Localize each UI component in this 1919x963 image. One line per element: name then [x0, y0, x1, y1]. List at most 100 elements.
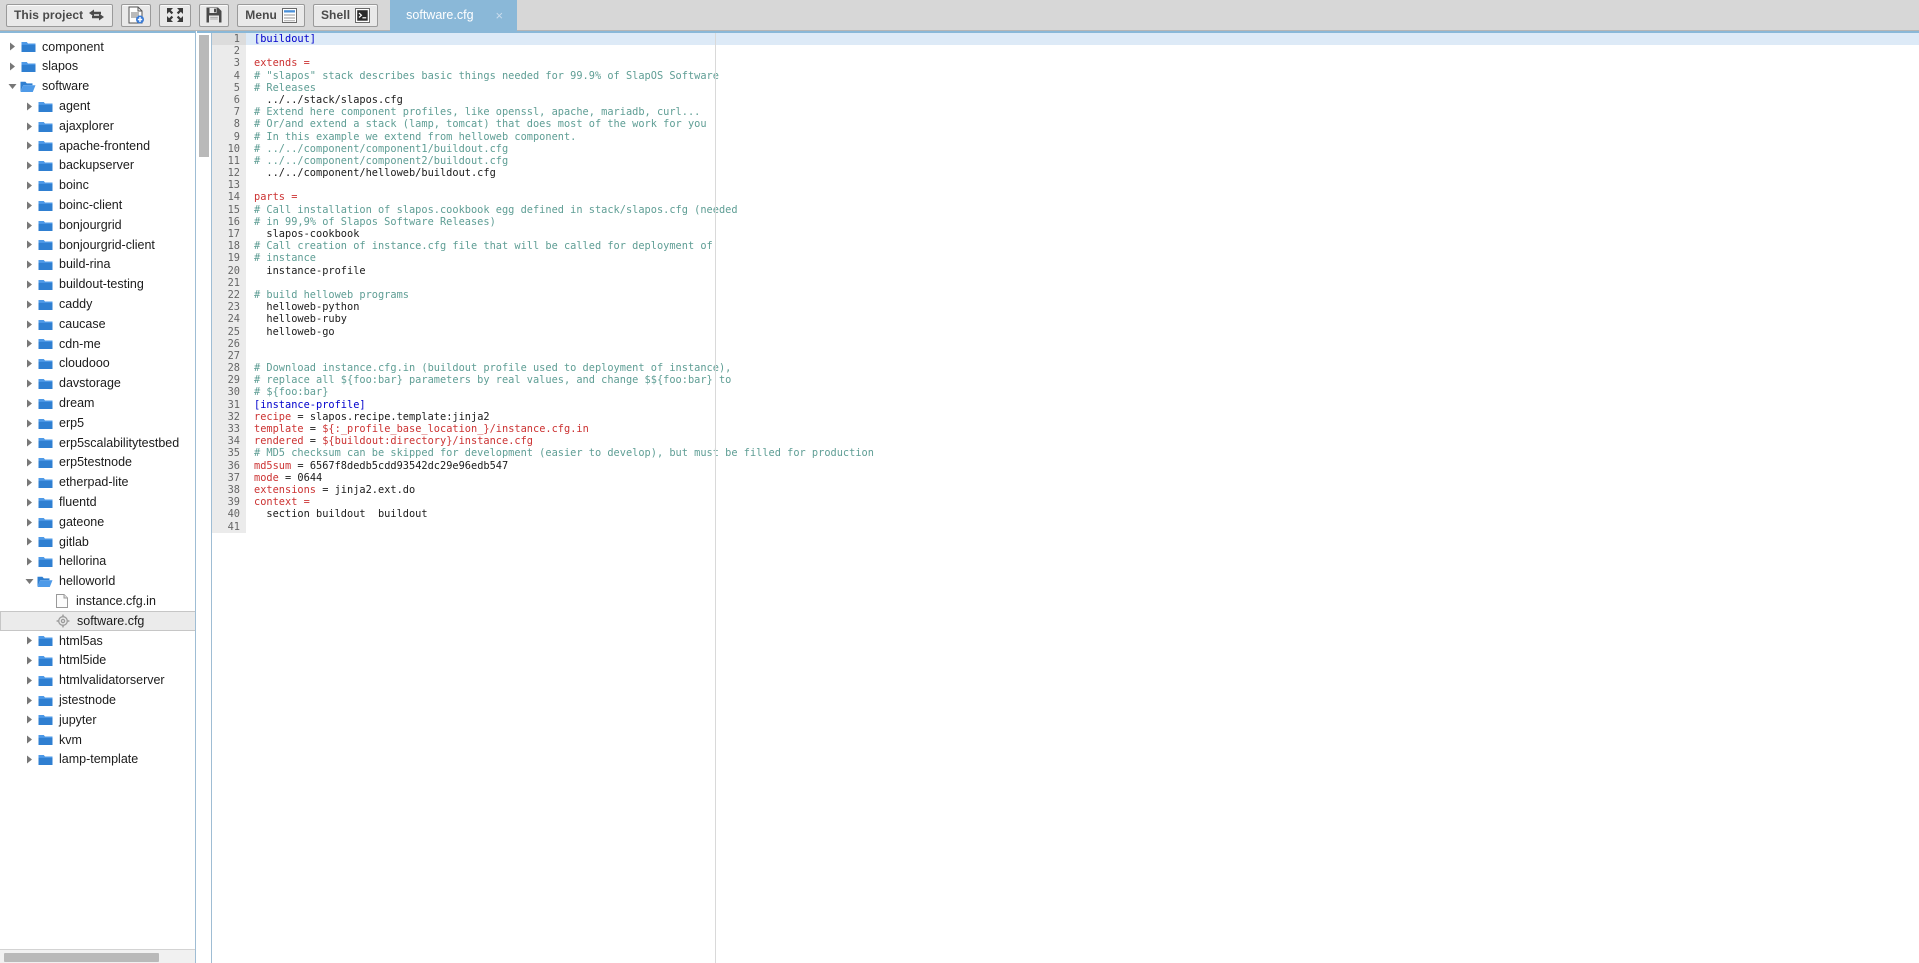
- tree-item-erp5[interactable]: erp5: [0, 413, 195, 433]
- line-content[interactable]: section buildout buildout: [246, 508, 1919, 520]
- chevron-right-icon[interactable]: [6, 60, 19, 73]
- code-line[interactable]: 8 # Or/and extend a stack (lamp, tomcat) …: [212, 118, 1919, 131]
- line-content[interactable]: # "slapos" stack describes basic things …: [246, 70, 1919, 82]
- tree-item-html5as[interactable]: html5as: [0, 631, 195, 651]
- tree-item-jupyter[interactable]: jupyter: [0, 710, 195, 730]
- code-line[interactable]: 6 ../../stack/slapos.cfg: [212, 93, 1919, 107]
- code-text-area[interactable]: 1 [buildout] 2 3 extends = 4 # "slapos" stack…: [211, 33, 1919, 963]
- chevron-down-icon[interactable]: [6, 80, 19, 93]
- line-content[interactable]: # Or/and extend a stack (lamp, tomcat) t…: [246, 118, 1919, 130]
- tree-item-gitlab[interactable]: gitlab: [0, 532, 195, 552]
- chevron-right-icon[interactable]: [23, 496, 36, 509]
- chevron-right-icon[interactable]: [23, 654, 36, 667]
- chevron-right-icon[interactable]: [23, 377, 36, 390]
- project-file-tree[interactable]: component slapos software agent ajaxplorer ap…: [0, 33, 195, 944]
- code-line[interactable]: 33 template = ${:_profile_base_location_}…: [212, 423, 1919, 436]
- line-content[interactable]: context =: [246, 496, 1919, 508]
- code-line[interactable]: 29 # replace all ${foo:bar} parameters by…: [212, 374, 1919, 387]
- code-line[interactable]: 24 helloweb-ruby: [212, 313, 1919, 326]
- new-file-button[interactable]: [121, 3, 152, 27]
- line-content[interactable]: recipe = slapos.recipe.template:jinja2: [246, 411, 1919, 423]
- line-content[interactable]: # ../../component/component2/buildout.cf…: [246, 155, 1919, 167]
- code-line[interactable]: 9 # In this example we extend from hellow…: [212, 130, 1919, 143]
- tree-item-erp5scalabilitytestbed[interactable]: erp5scalabilitytestbed: [0, 433, 195, 453]
- code-line[interactable]: 40 section buildout buildout: [212, 508, 1919, 521]
- tree-item-instance-cfg-in[interactable]: instance.cfg.in: [0, 591, 195, 611]
- line-content[interactable]: helloweb-go: [246, 326, 1919, 338]
- code-line[interactable]: 21: [212, 276, 1919, 289]
- code-line[interactable]: 14 parts =: [212, 191, 1919, 204]
- code-line[interactable]: 35 # MD5 checksum can be skipped for deve…: [212, 447, 1919, 460]
- chevron-right-icon[interactable]: [23, 417, 36, 430]
- code-line[interactable]: 36 md5sum = 6567f8dedb5cdd93542dc29e96edb…: [212, 459, 1919, 472]
- save-button[interactable]: [199, 3, 230, 27]
- tree-item-buildout-testing[interactable]: buildout-testing: [0, 275, 195, 295]
- chevron-right-icon[interactable]: [23, 219, 36, 232]
- chevron-right-icon[interactable]: [23, 238, 36, 251]
- code-line[interactable]: 7 # Extend here component profiles, like …: [212, 106, 1919, 119]
- chevron-right-icon[interactable]: [23, 199, 36, 212]
- chevron-right-icon[interactable]: [23, 555, 36, 568]
- code-line[interactable]: 15 # Call installation of slapos.cookbook…: [212, 203, 1919, 216]
- tree-item-caucase[interactable]: caucase: [0, 314, 195, 334]
- this-project-button[interactable]: This project: [6, 3, 114, 27]
- editor-scrollbar-thumb[interactable]: [199, 35, 209, 157]
- tab-software-cfg[interactable]: software.cfg ×: [390, 0, 518, 31]
- line-content[interactable]: ../../stack/slapos.cfg: [246, 94, 1919, 106]
- chevron-right-icon[interactable]: [23, 397, 36, 410]
- line-content[interactable]: # Call creation of instance.cfg file tha…: [246, 240, 1919, 252]
- line-content[interactable]: helloweb-python: [246, 301, 1919, 313]
- code-line[interactable]: 19 # instance: [212, 252, 1919, 265]
- tree-item-backupserver[interactable]: backupserver: [0, 156, 195, 176]
- chevron-right-icon[interactable]: [23, 120, 36, 133]
- line-content[interactable]: extends =: [246, 57, 1919, 69]
- chevron-right-icon[interactable]: [23, 159, 36, 172]
- code-line[interactable]: 2: [212, 45, 1919, 58]
- tree-item-apache-frontend[interactable]: apache-frontend: [0, 136, 195, 156]
- chevron-right-icon[interactable]: [23, 258, 36, 271]
- chevron-right-icon[interactable]: [23, 476, 36, 489]
- line-content[interactable]: md5sum = 6567f8dedb5cdd93542dc29e96edb54…: [246, 460, 1919, 472]
- line-content[interactable]: [246, 277, 1919, 289]
- tree-item-etherpad-lite[interactable]: etherpad-lite: [0, 473, 195, 493]
- chevron-right-icon[interactable]: [23, 278, 36, 291]
- chevron-right-icon[interactable]: [23, 318, 36, 331]
- tree-item-html5ide[interactable]: html5ide: [0, 651, 195, 671]
- code-line[interactable]: 34 rendered = ${buildout:directory}/insta…: [212, 435, 1919, 448]
- tree-item-software-cfg[interactable]: software.cfg: [0, 611, 195, 631]
- line-content[interactable]: # Extend here component profiles, like o…: [246, 106, 1919, 118]
- chevron-right-icon[interactable]: [23, 298, 36, 311]
- tree-item-lamp-template[interactable]: lamp-template: [0, 750, 195, 770]
- code-line[interactable]: 12 ../../component/helloweb/buildout.cfg: [212, 167, 1919, 180]
- tree-item-ajaxplorer[interactable]: ajaxplorer: [0, 116, 195, 136]
- code-line[interactable]: 1 [buildout]: [212, 33, 1919, 46]
- chevron-right-icon[interactable]: [23, 713, 36, 726]
- tree-item-htmlvalidatorserver[interactable]: htmlvalidatorserver: [0, 671, 195, 691]
- code-line[interactable]: 31 [instance-profile]: [212, 398, 1919, 411]
- line-content[interactable]: [246, 350, 1919, 362]
- line-content[interactable]: # replace all ${foo:bar} parameters by r…: [246, 374, 1919, 386]
- editor-vertical-scrollbar[interactable]: [197, 33, 211, 963]
- chevron-right-icon[interactable]: [23, 733, 36, 746]
- line-content[interactable]: [246, 338, 1919, 350]
- line-content[interactable]: # ../../component/component1/buildout.cf…: [246, 143, 1919, 155]
- tree-item-bonjourgrid-client[interactable]: bonjourgrid-client: [0, 235, 195, 255]
- chevron-right-icon[interactable]: [23, 634, 36, 647]
- chevron-right-icon[interactable]: [23, 753, 36, 766]
- line-content[interactable]: [instance-profile]: [246, 399, 1919, 411]
- code-line[interactable]: 27: [212, 349, 1919, 363]
- sidebar-horizontal-scrollbar[interactable]: [0, 949, 195, 963]
- chevron-right-icon[interactable]: [23, 179, 36, 192]
- code-line[interactable]: 3 extends =: [212, 57, 1919, 70]
- tree-item-davstorage[interactable]: davstorage: [0, 374, 195, 394]
- code-line[interactable]: 39 context =: [212, 496, 1919, 509]
- code-line[interactable]: 22 # build helloweb programs: [212, 288, 1919, 302]
- tree-item-cloudooo[interactable]: cloudooo: [0, 354, 195, 374]
- tree-item-fluentd[interactable]: fluentd: [0, 492, 195, 512]
- code-line[interactable]: 38 extensions = jinja2.ext.do: [212, 483, 1919, 497]
- chevron-right-icon[interactable]: [23, 139, 36, 152]
- tree-item-kvm[interactable]: kvm: [0, 730, 195, 750]
- code-line[interactable]: 32 recipe = slapos.recipe.template:jinja2: [212, 410, 1919, 423]
- shell-button[interactable]: Shell: [312, 3, 379, 27]
- chevron-down-icon[interactable]: [23, 575, 36, 588]
